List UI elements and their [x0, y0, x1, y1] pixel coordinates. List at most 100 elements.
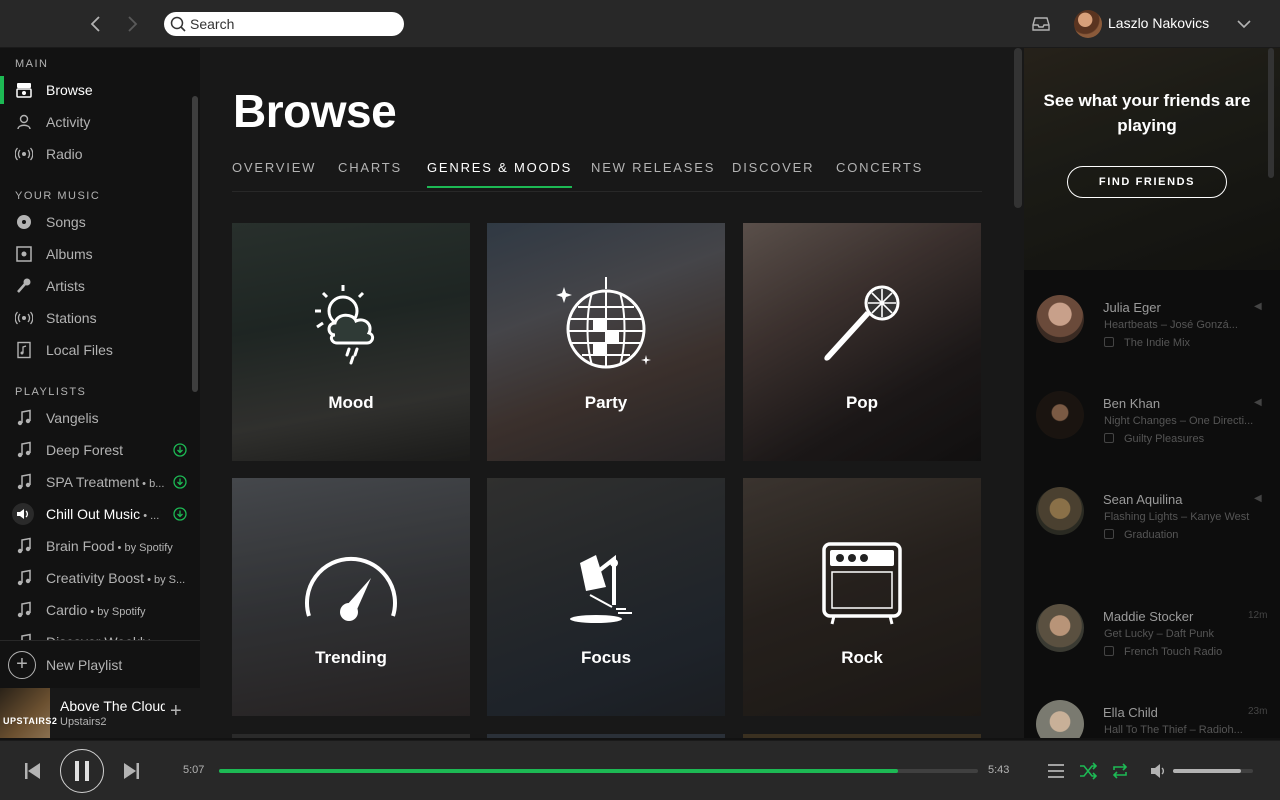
- sidebar-item-browse[interactable]: Browse: [0, 76, 192, 104]
- friend-avatar[interactable]: [1036, 391, 1084, 439]
- track-title[interactable]: Above The Clouds: [60, 698, 165, 714]
- tab-overview[interactable]: OVERVIEW: [232, 160, 316, 175]
- speaker-icon: ◀: [1254, 397, 1262, 408]
- friend-name[interactable]: Julia Eger: [1103, 300, 1161, 315]
- sidebar-item-label: Local Files: [46, 342, 113, 358]
- playlist-item[interactable]: Deep Forest: [0, 436, 192, 464]
- genre-tile-rock[interactable]: Rock: [743, 478, 981, 716]
- main-content: Browse OVERVIEW CHARTS GENRES & MOODS NE…: [200, 48, 1024, 738]
- repeat-icon[interactable]: [1111, 762, 1129, 780]
- tile-label: Focus: [580, 648, 632, 667]
- friend-avatar[interactable]: [1036, 487, 1084, 535]
- progress-bar[interactable]: [219, 769, 978, 773]
- volume-icon[interactable]: [1150, 763, 1168, 779]
- search-box[interactable]: [164, 12, 404, 36]
- next-button[interactable]: [122, 762, 140, 780]
- now-playing-widget: UPSTAIRS2 Above The Clouds Upstairs2 +: [0, 688, 200, 738]
- tab-charts[interactable]: CHARTS: [338, 160, 402, 175]
- pause-button[interactable]: [60, 749, 104, 793]
- genre-tile-mood[interactable]: Mood: [232, 223, 470, 461]
- main-scrollbar[interactable]: [1014, 48, 1022, 208]
- friend-name[interactable]: Ben Khan: [1103, 396, 1160, 411]
- friend-name[interactable]: Ella Child: [1103, 705, 1158, 720]
- friend-context[interactable]: The Indie Mix: [1124, 337, 1190, 349]
- playlist-label: Chill Out Music • ...: [46, 506, 160, 522]
- playlist-item[interactable]: Cardio • by Spotify: [0, 596, 192, 624]
- sidebar-item-activity[interactable]: Activity: [0, 108, 192, 136]
- sidebar-item-label: Stations: [46, 310, 97, 326]
- friend-time: 23m: [1248, 706, 1268, 717]
- friend-avatar[interactable]: [1036, 604, 1084, 652]
- volume-slider[interactable]: [1173, 769, 1253, 773]
- tile-label: Rock: [841, 648, 883, 667]
- friend-track[interactable]: Hall To The Thief – Radioh...: [1104, 724, 1254, 736]
- friend-row[interactable]: Ella Child Hall To The Thief – Radioh...…: [1024, 700, 1272, 738]
- friend-name[interactable]: Maddie Stocker: [1103, 609, 1193, 624]
- friend-row[interactable]: Sean Aquilina Flashing Lights – Kanye We…: [1024, 487, 1272, 577]
- speaker-icon: [12, 503, 34, 525]
- friend-row[interactable]: Ben Khan Night Changes – One Directi... …: [1024, 391, 1272, 481]
- genre-tile-focus[interactable]: Focus: [487, 478, 725, 716]
- friends-headline: See what your friends are playing: [1043, 91, 1251, 135]
- friend-context[interactable]: Guilty Pleasures: [1124, 433, 1204, 445]
- chevron-right-icon: [128, 16, 138, 32]
- artists-icon: [17, 278, 31, 293]
- user-name[interactable]: Laszlo Nakovics: [1108, 15, 1209, 31]
- friend-row[interactable]: Maddie Stocker Get Lucky – Daft Punk Fre…: [1024, 604, 1272, 694]
- tab-discover[interactable]: DISCOVER: [732, 160, 814, 175]
- playlist-item-playing[interactable]: Chill Out Music • ...: [0, 500, 192, 528]
- track-artist[interactable]: Upstairs2: [60, 716, 106, 728]
- playlist-item[interactable]: SPA Treatment • b...: [0, 468, 192, 496]
- find-friends-button[interactable]: FIND FRIENDS: [1067, 166, 1227, 198]
- search-input[interactable]: [190, 15, 395, 33]
- sidebar-item-stations[interactable]: Stations: [0, 304, 192, 332]
- playlist-label: SPA Treatment • b...: [46, 474, 165, 490]
- friend-track[interactable]: Night Changes – One Directi...: [1104, 415, 1254, 427]
- genre-tile-pop[interactable]: Pop: [743, 223, 981, 461]
- friend-activity-panel: See what your friends are playing FIND F…: [1024, 48, 1280, 738]
- friend-name[interactable]: Sean Aquilina: [1103, 492, 1183, 507]
- playlist-item[interactable]: Brain Food • by Spotify: [0, 532, 192, 560]
- sidebar-item-label: Songs: [46, 214, 86, 230]
- sidebar-scrollbar[interactable]: [192, 96, 198, 392]
- sidebar-item-local-files[interactable]: Local Files: [0, 336, 192, 364]
- tab-genres-moods[interactable]: GENRES & MOODS: [427, 160, 573, 188]
- queue-icon[interactable]: [1047, 763, 1065, 779]
- sidebar-item-artists[interactable]: Artists: [0, 272, 192, 300]
- album-art[interactable]: UPSTAIRS2: [0, 688, 57, 738]
- friend-row[interactable]: Julia Eger Heartbeats – José Gonzá... Th…: [1024, 295, 1272, 385]
- radio-icon: [15, 147, 33, 161]
- friend-track[interactable]: Get Lucky – Daft Punk: [1104, 628, 1254, 640]
- sidebar-item-albums[interactable]: Albums: [0, 240, 192, 268]
- friend-context[interactable]: Graduation: [1124, 529, 1178, 541]
- previous-button[interactable]: [24, 762, 42, 780]
- new-playlist-button[interactable]: + New Playlist: [0, 640, 200, 688]
- forward-button[interactable]: [120, 12, 144, 36]
- shuffle-icon[interactable]: [1079, 762, 1097, 780]
- albums-icon: [16, 246, 32, 262]
- friend-track[interactable]: Heartbeats – José Gonzá...: [1104, 319, 1254, 331]
- playlist-item[interactable]: Creativity Boost • by S...: [0, 564, 192, 592]
- playlist-item[interactable]: Vangelis: [0, 404, 192, 432]
- genre-tile-party[interactable]: Party: [487, 223, 725, 461]
- friend-avatar[interactable]: [1036, 295, 1084, 343]
- back-button[interactable]: [84, 12, 108, 36]
- genre-tile-trending[interactable]: Trending: [232, 478, 470, 716]
- chevron-down-icon[interactable]: [1236, 18, 1252, 30]
- tab-new-releases[interactable]: NEW RELEASES: [591, 160, 715, 175]
- promo-shade: [1024, 48, 1280, 270]
- sidebar-item-radio[interactable]: Radio: [0, 140, 192, 168]
- search-icon: [170, 16, 186, 32]
- add-icon[interactable]: +: [170, 700, 182, 723]
- sidebar-item-songs[interactable]: Songs: [0, 208, 192, 236]
- tab-concerts[interactable]: CONCERTS: [836, 160, 923, 175]
- inbox-icon[interactable]: [1032, 16, 1050, 32]
- friends-scrollbar[interactable]: [1268, 48, 1274, 178]
- downloaded-icon: [173, 443, 187, 457]
- friend-avatar[interactable]: [1036, 700, 1084, 738]
- music-note-icon: [17, 409, 31, 426]
- user-avatar[interactable]: [1074, 10, 1102, 38]
- friend-context[interactable]: French Touch Radio: [1124, 646, 1222, 658]
- friend-track[interactable]: Flashing Lights – Kanye West: [1104, 511, 1254, 523]
- music-note-icon: [17, 537, 31, 554]
